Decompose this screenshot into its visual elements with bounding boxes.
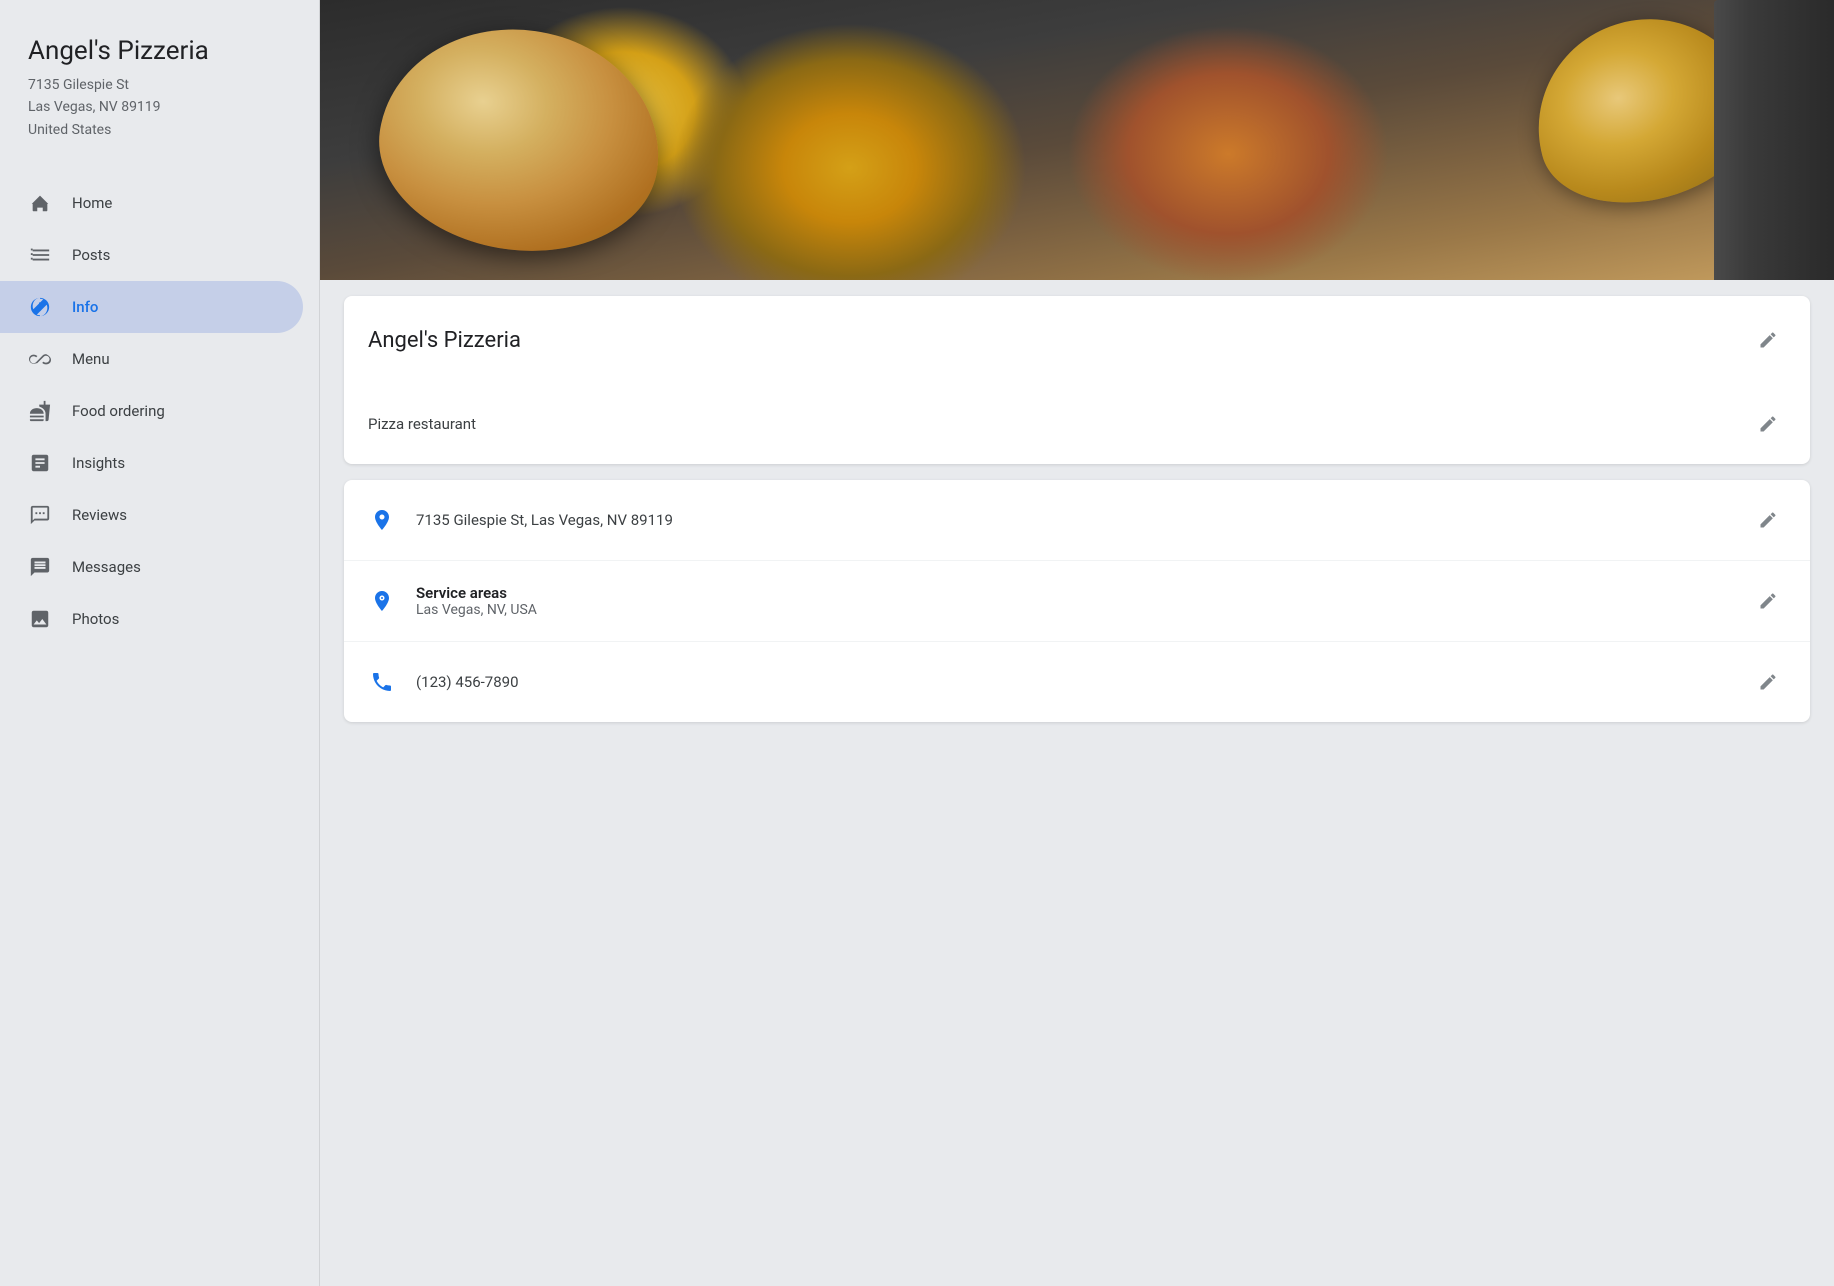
address-left: 7135 Gilespie St, Las Vegas, NV 89119 [368,506,1750,534]
service-areas-icon [368,587,396,615]
info-icon [28,295,52,319]
sidebar-item-photos-label: Photos [72,610,119,628]
sidebar-item-home[interactable]: Home [0,177,303,229]
sidebar-item-messages[interactable]: Messages [0,541,303,593]
sidebar-item-photos[interactable]: Photos [0,593,303,645]
reviews-icon [28,503,52,527]
sidebar-item-food-ordering-label: Food ordering [72,402,165,420]
address-row: 7135 Gilespie St, Las Vegas, NV 89119 [344,480,1810,561]
info-cards-container: Angel's Pizzeria Pizza restaurant [320,296,1834,746]
posts-icon [28,243,52,267]
photos-icon [28,607,52,631]
address-display: 7135 Gilespie St, Las Vegas, NV 89119 [416,511,673,529]
business-name-card: Angel's Pizzeria Pizza restaurant [344,296,1810,464]
phone-display: (123) 456-7890 [416,673,519,691]
messages-icon [28,555,52,579]
address-line3: United States [28,122,111,138]
business-type-row: Pizza restaurant [344,384,1810,464]
food-ordering-icon [28,399,52,423]
sidebar-item-menu-label: Menu [72,350,110,368]
sidebar-business-address: 7135 Gilespie St Las Vegas, NV 89119 Uni… [28,74,291,141]
service-areas-value: Las Vegas, NV, USA [416,602,1750,618]
menu-icon [28,347,52,371]
sidebar-business-name: Angel's Pizzeria [28,36,291,66]
sidebar-business-info: Angel's Pizzeria 7135 Gilespie St Las Ve… [0,28,319,165]
phone-icon [368,668,396,696]
main-content: Angel's Pizzeria Pizza restaurant [320,0,1834,1286]
edit-business-type-button[interactable] [1750,406,1786,442]
sidebar-item-insights[interactable]: Insights [0,437,303,489]
home-icon [28,191,52,215]
sidebar-item-posts[interactable]: Posts [0,229,303,281]
sidebar-item-home-label: Home [72,194,112,212]
edit-address-button[interactable] [1750,502,1786,538]
phone-left: (123) 456-7890 [368,668,1750,696]
location-info-card: 7135 Gilespie St, Las Vegas, NV 89119 Se… [344,480,1810,722]
sidebar-item-posts-label: Posts [72,246,110,264]
service-areas-left: Service areas Las Vegas, NV, USA [368,584,1750,618]
sidebar-item-info[interactable]: Info [0,281,303,333]
hero-image [320,0,1834,280]
sidebar-item-menu[interactable]: Menu [0,333,303,385]
hero-pizza-scene [320,0,1834,280]
service-areas-row: Service areas Las Vegas, NV, USA [344,561,1810,642]
phone-row: (123) 456-7890 [344,642,1810,722]
sidebar-item-reviews-label: Reviews [72,506,127,524]
hero-right-dark-object [1714,0,1834,280]
business-name-row: Angel's Pizzeria [344,296,1810,384]
edit-business-name-button[interactable] [1750,322,1786,358]
edit-phone-button[interactable] [1750,664,1786,700]
sidebar-item-messages-label: Messages [72,558,141,576]
service-areas-label: Service areas [416,584,1750,602]
address-line2: Las Vegas, NV 89119 [28,99,161,115]
business-type-display: Pizza restaurant [368,415,476,433]
location-pin-icon [368,506,396,534]
business-name-display: Angel's Pizzeria [368,328,521,353]
sidebar-item-food-ordering[interactable]: Food ordering [0,385,303,437]
sidebar: Angel's Pizzeria 7135 Gilespie St Las Ve… [0,0,320,1286]
sidebar-item-info-label: Info [72,298,98,316]
edit-service-areas-button[interactable] [1750,583,1786,619]
service-areas-text: Service areas Las Vegas, NV, USA [416,584,1750,618]
sidebar-item-reviews[interactable]: Reviews [0,489,303,541]
insights-icon [28,451,52,475]
sidebar-item-insights-label: Insights [72,454,125,472]
sidebar-nav: Home Posts Info Menu [0,177,319,645]
address-line1: 7135 Gilespie St [28,77,129,93]
